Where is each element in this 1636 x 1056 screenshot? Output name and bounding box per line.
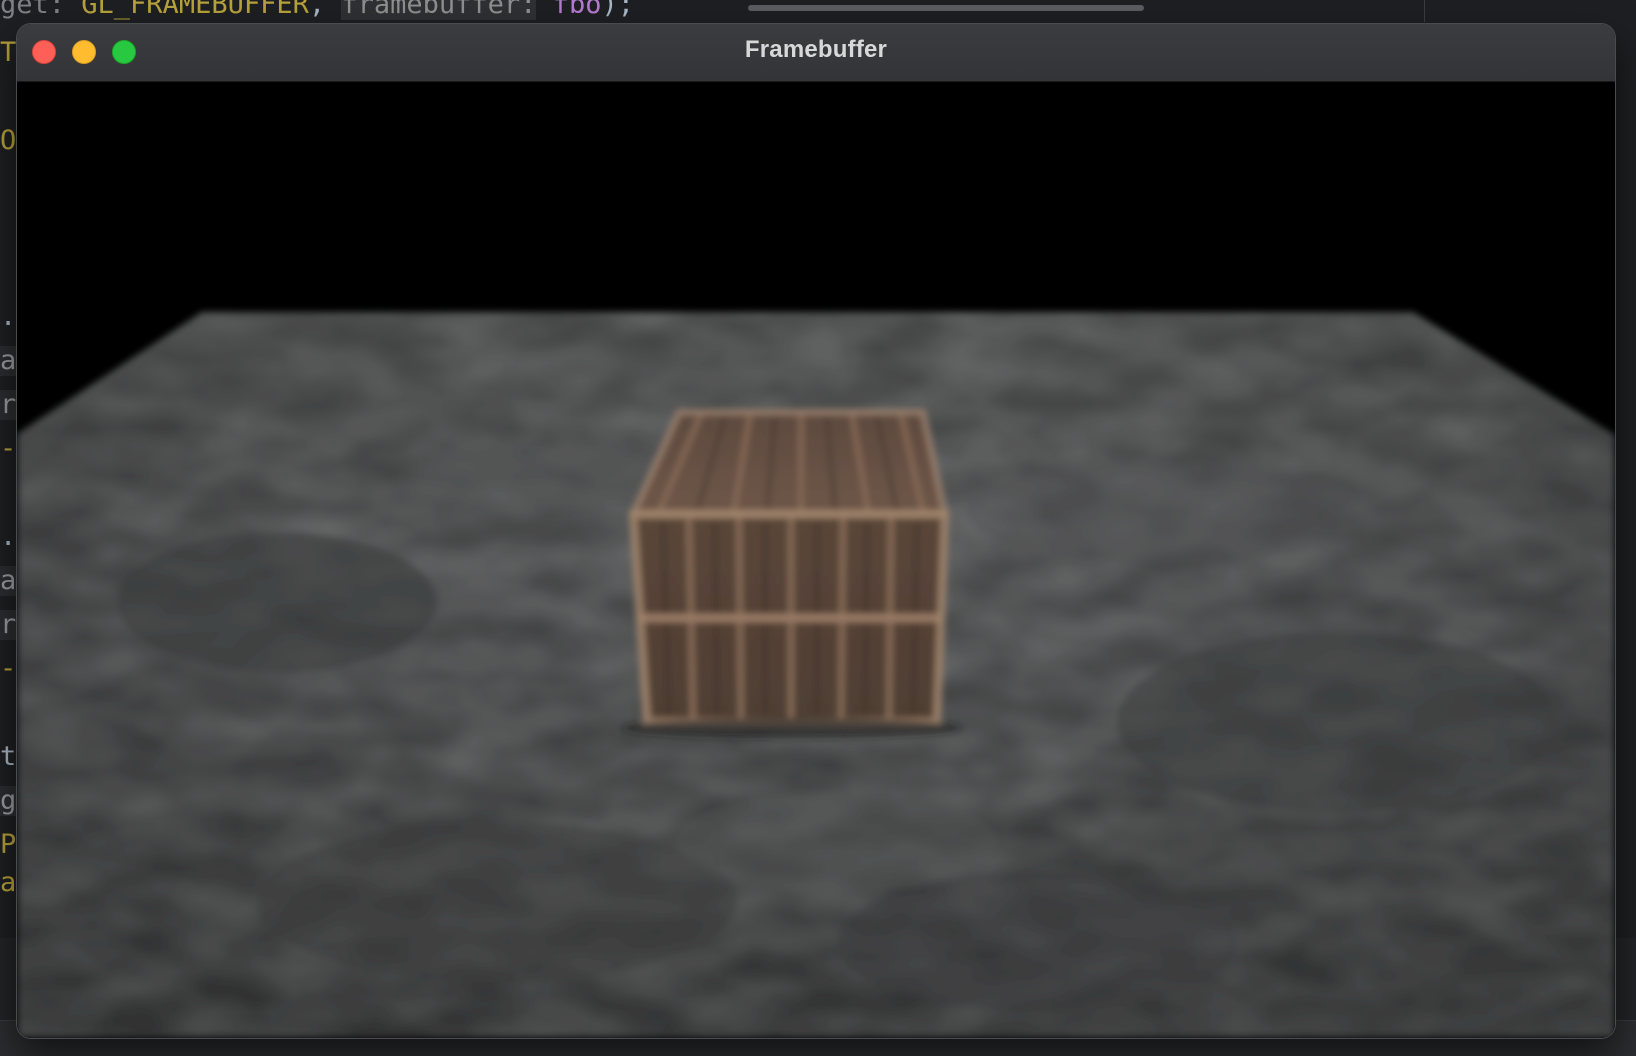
window-title: Framebuffer <box>744 36 888 63</box>
editor-divider <box>1424 0 1425 22</box>
code-fragment: g <box>0 785 17 816</box>
code-token-value: fbo <box>536 0 602 20</box>
code-fragment: t <box>0 741 17 772</box>
scene-crate <box>622 409 962 738</box>
framebuffer-window: Framebuffer <box>17 24 1615 1038</box>
code-line-top: get: GL_FRAMEBUFFER, framebuffer: fbo); <box>0 0 634 20</box>
code-token-param-label: framebuffer: <box>341 0 537 20</box>
code-fragment: a <box>0 565 17 596</box>
rendered-scene <box>17 82 1615 1038</box>
window-titlebar[interactable]: Framebuffer <box>17 24 1615 82</box>
code-fragment: a <box>0 345 17 376</box>
editor-horizontal-scrollbar[interactable] <box>748 5 1144 11</box>
code-token-constant: GL_FRAMEBUFFER <box>81 0 309 20</box>
code-token-suffix: ); <box>601 0 634 20</box>
render-viewport[interactable] <box>17 82 1615 1038</box>
code-token-separator: , <box>308 0 342 20</box>
code-token-prefix: get: <box>0 0 82 20</box>
